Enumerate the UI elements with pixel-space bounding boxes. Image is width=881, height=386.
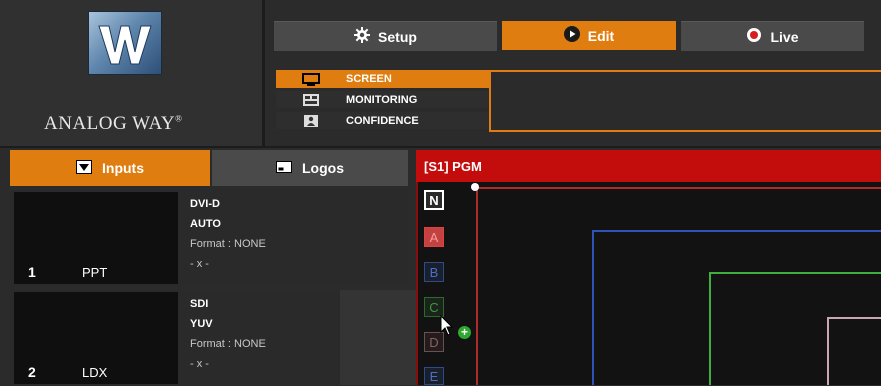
display-item-monitoring[interactable]: MONITORING — [276, 91, 489, 108]
divider — [0, 146, 881, 148]
dropdown-arrow-icon — [76, 159, 92, 177]
input-number: 2 — [28, 364, 36, 380]
add-plus-icon: + — [458, 326, 471, 339]
display-item-confidence[interactable]: CONFIDENCE — [276, 112, 489, 129]
divider — [262, 0, 265, 146]
input-info: SDI YUV Format : NONE - x - — [190, 294, 266, 374]
tab-inputs[interactable]: Inputs — [10, 150, 210, 186]
analog-way-logo — [88, 11, 162, 75]
layer-button-b[interactable]: B — [424, 262, 444, 282]
input-mode: AUTO — [190, 218, 221, 230]
input-name: LDX — [82, 365, 108, 380]
display-item-screen[interactable]: SCREEN — [276, 70, 489, 88]
input-mode: YUV — [190, 318, 213, 330]
input-extra: - x - — [190, 358, 209, 370]
setup-button[interactable]: Setup — [274, 21, 497, 51]
layer-button-n[interactable]: N — [424, 190, 444, 210]
input-connector: DVI-D — [190, 198, 220, 210]
play-circle-icon — [563, 26, 580, 45]
resize-handle[interactable] — [471, 183, 479, 191]
layer-button-a[interactable]: A — [424, 227, 444, 247]
layer-button-c[interactable]: C — [424, 297, 444, 317]
mouse-pointer-icon — [440, 314, 454, 342]
multiview-icon — [276, 93, 346, 106]
layer-button-e[interactable]: E — [424, 367, 444, 385]
edit-button[interactable]: Edit — [502, 21, 676, 50]
tab-logos[interactable]: Logos — [212, 150, 408, 186]
input-name: PPT — [82, 265, 108, 280]
brand-name: ANALOG WAY® — [44, 113, 183, 134]
logo-frame-icon — [276, 160, 292, 176]
pgm-header: [S1] PGM — [416, 150, 881, 182]
input-format: Format : NONE — [190, 238, 266, 250]
input-card-1[interactable]: 1 PPT DVI-D AUTO Format : NONE - x - — [12, 190, 408, 286]
input-extra: - x - — [190, 258, 209, 270]
input-info: DVI-D AUTO Format : NONE - x - — [190, 194, 266, 274]
live-button[interactable]: Live — [681, 21, 864, 51]
gear-icon — [354, 27, 371, 46]
monitor-icon — [276, 72, 346, 86]
layer-d-frame[interactable] — [827, 317, 881, 385]
record-dot-icon — [746, 27, 762, 46]
input-format: Format : NONE — [190, 338, 266, 350]
presenter-icon — [276, 114, 346, 127]
display-preview-panel — [489, 70, 881, 132]
input-connector: SDI — [190, 298, 209, 310]
input-number: 1 — [28, 264, 36, 280]
